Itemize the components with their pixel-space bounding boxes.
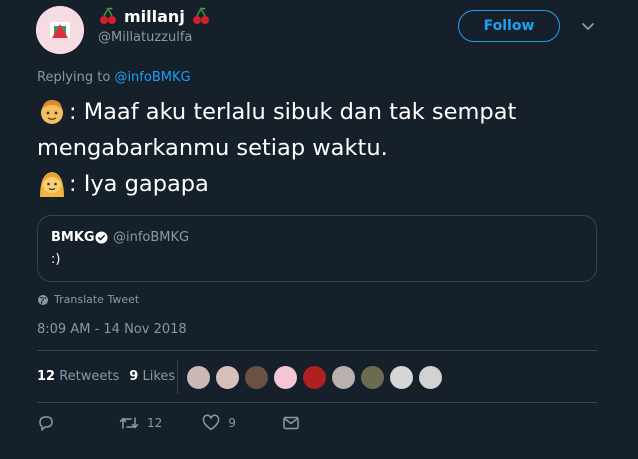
chevron-down-icon[interactable] (580, 18, 596, 34)
liker-avatar[interactable] (244, 365, 269, 390)
reply-icon (39, 416, 53, 431)
translate-tweet-link[interactable]: Translate Tweet (37, 293, 139, 306)
tweet-stats: 12 Retweets 9 Likes (37, 369, 175, 384)
retweet-icon (119, 417, 139, 429)
quoted-tweet[interactable]: BMKG @infoBMKG :) (37, 215, 597, 282)
replying-handle-link[interactable]: @infoBMKG (114, 70, 190, 85)
liker-avatars (186, 365, 443, 390)
quoted-author-handle: @infoBMKG (113, 230, 190, 245)
envelope-icon (283, 416, 299, 430)
retweets-stat[interactable]: 12 Retweets (37, 369, 119, 384)
heart-icon (202, 414, 220, 431)
quoted-author-name: BMKG (51, 230, 95, 245)
divider (37, 350, 597, 351)
reply-button[interactable] (37, 414, 55, 432)
divider (37, 402, 597, 403)
tweet-line-text: mengabarkanmu setiap waktu. (37, 135, 388, 161)
liker-avatar[interactable] (302, 365, 327, 390)
retweets-label: Retweets (59, 369, 120, 384)
author-name[interactable]: millanj (124, 7, 185, 26)
liker-avatar[interactable] (186, 365, 211, 390)
retweet-button[interactable]: 12 (119, 414, 162, 432)
like-count: 9 (228, 416, 236, 430)
likes-stat[interactable]: 9 Likes (129, 369, 175, 384)
tweet-line-text: : Maaf aku terlalu sibuk dan tak sempat (69, 99, 517, 125)
liker-avatar[interactable] (360, 365, 385, 390)
boy-emoji (41, 100, 63, 124)
author-name-row[interactable]: millanj (98, 6, 211, 26)
retweet-count: 12 (147, 416, 163, 430)
follow-button[interactable]: Follow (458, 10, 560, 42)
avatar-image (36, 6, 84, 54)
replying-prefix: Replying to (37, 70, 111, 85)
tweet-line: : Maaf aku terlalu sibuk dan tak sempat (37, 94, 627, 130)
tweet-line: mengabarkanmu setiap waktu. (37, 130, 627, 166)
tweet-actions: 12 9 (37, 414, 300, 432)
tweet-text: : Maaf aku terlalu sibuk dan tak sempat … (37, 94, 627, 202)
like-button[interactable]: 9 (202, 414, 236, 432)
globe-icon (38, 294, 48, 305)
tweet-timestamp[interactable]: 8:09 AM - 14 Nov 2018 (37, 322, 187, 337)
girl-emoji (40, 172, 64, 197)
author-handle[interactable]: @Millatuzzulfa (98, 30, 192, 45)
stats-separator (177, 360, 178, 394)
cherries-icon (100, 7, 116, 24)
liker-avatar[interactable] (273, 365, 298, 390)
liker-avatar[interactable] (418, 365, 443, 390)
verified-badge-icon (95, 231, 108, 244)
cherries-icon (192, 7, 209, 24)
liker-avatar[interactable] (331, 365, 356, 390)
liker-avatar[interactable] (389, 365, 414, 390)
translate-label: Translate Tweet (54, 293, 140, 306)
quoted-text: :) (51, 252, 61, 267)
tweet-line: : Iya gapapa (37, 166, 627, 202)
likes-count: 9 (129, 369, 139, 384)
avatar[interactable] (36, 6, 84, 54)
liker-avatar[interactable] (215, 365, 240, 390)
direct-message-button[interactable] (282, 414, 300, 432)
likes-label: Likes (142, 369, 176, 384)
tweet-line-text: : Iya gapapa (69, 171, 209, 197)
replying-to: Replying to @infoBMKG (37, 70, 191, 85)
retweets-count: 12 (37, 369, 56, 384)
